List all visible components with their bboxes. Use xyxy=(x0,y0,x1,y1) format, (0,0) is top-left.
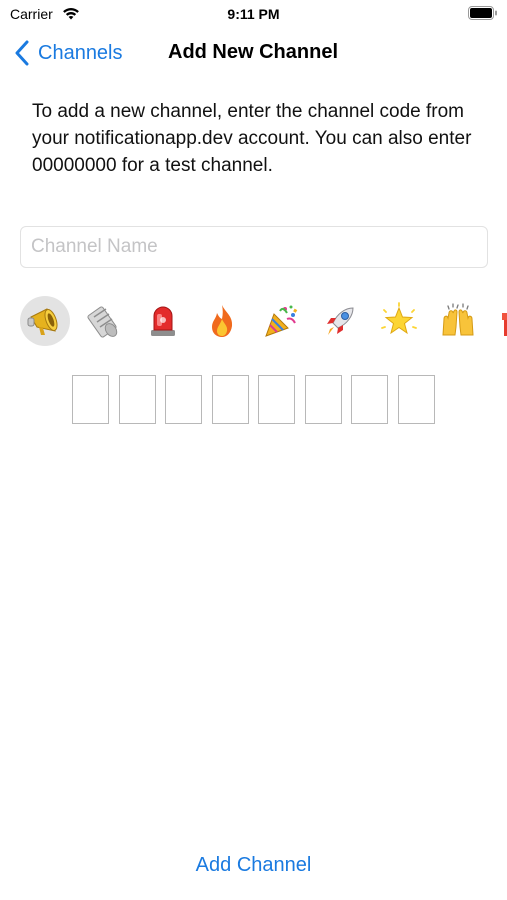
emoji-option-police-light[interactable] xyxy=(138,296,188,346)
emoji-option-megaphone[interactable] xyxy=(20,296,70,346)
code-digit-7[interactable] xyxy=(351,375,388,424)
police-light-icon xyxy=(151,306,175,336)
code-digit-1[interactable] xyxy=(72,375,109,424)
channel-code-input xyxy=(72,375,435,424)
fire-icon xyxy=(212,305,233,337)
glowing-star-icon xyxy=(381,302,417,335)
code-digit-3[interactable] xyxy=(165,375,202,424)
navigation-bar: Channels Add New Channel xyxy=(0,30,507,76)
emoji-option-gift[interactable] xyxy=(492,296,507,346)
code-digit-8[interactable] xyxy=(397,375,435,424)
megaphone-icon xyxy=(27,308,58,335)
instructions-text: To add a new channel, enter the channel … xyxy=(32,101,472,176)
emoji-option-newspaper[interactable] xyxy=(79,296,129,346)
page-title: Add New Channel xyxy=(168,41,339,63)
party-popper-icon xyxy=(265,305,298,337)
code-digit-2[interactable] xyxy=(118,375,156,424)
emoji-option-glowing-star[interactable] xyxy=(374,296,424,346)
emoji-option-rocket[interactable] xyxy=(315,296,365,346)
back-button[interactable]: Channels xyxy=(14,38,123,68)
status-bar: Carrier 9:11 PM xyxy=(0,0,507,30)
raising-hands-icon xyxy=(442,303,474,336)
emoji-option-party-popper[interactable] xyxy=(256,296,306,346)
emoji-option-raising-hands[interactable] xyxy=(433,296,483,346)
status-time: 9:11 PM xyxy=(227,6,280,22)
gift-icon xyxy=(502,313,507,336)
code-digit-6[interactable] xyxy=(304,375,342,424)
rocket-icon xyxy=(326,307,354,335)
code-digit-5[interactable] xyxy=(258,375,295,424)
battery-icon xyxy=(468,6,497,20)
emoji-strip xyxy=(20,296,507,346)
emoji-picker xyxy=(20,296,507,348)
back-button-label: Channels xyxy=(38,41,123,64)
add-channel-button[interactable]: Add Channel xyxy=(0,854,507,877)
chevron-left-icon xyxy=(15,40,29,66)
channel-name-input[interactable] xyxy=(20,226,488,268)
emoji-option-fire[interactable] xyxy=(197,296,247,346)
code-digit-4[interactable] xyxy=(211,375,249,424)
newspaper-icon xyxy=(87,306,118,338)
